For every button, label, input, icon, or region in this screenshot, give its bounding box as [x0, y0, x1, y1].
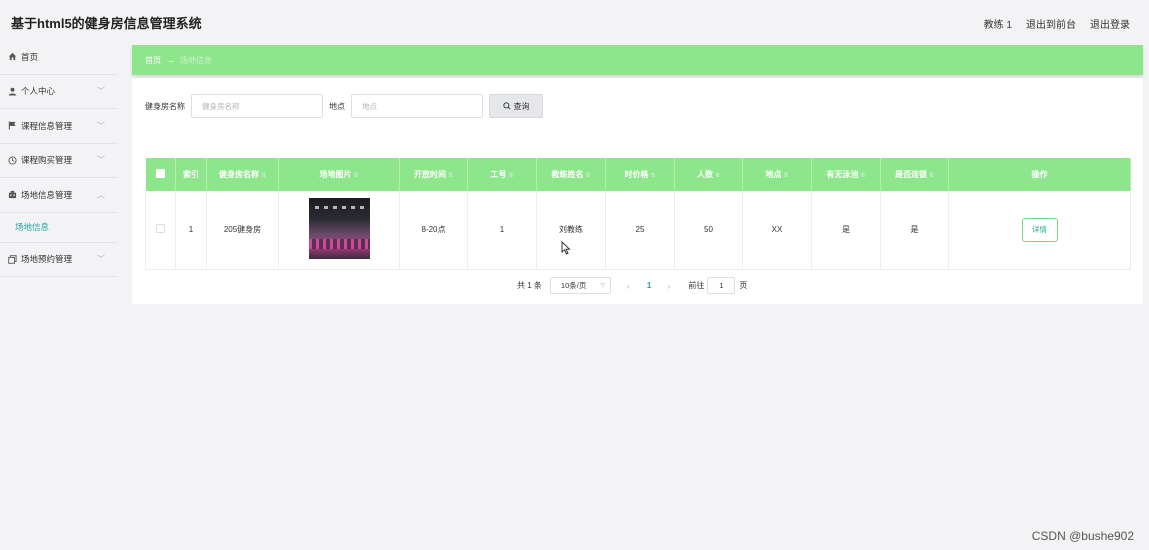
select-all-cell[interactable] [145, 158, 176, 191]
sidebar: 首页 个人中心 ﹀ 课程信息管理 ﹀ 课程购买管理 ﹀ 场地信息管理 ︿ 场地信… [0, 40, 118, 550]
search-button-label: 查询 [513, 101, 530, 111]
select-all-checkbox[interactable] [155, 169, 165, 178]
breadcrumb-separator: → [166, 55, 175, 65]
gym-name-input[interactable]: 健身房名称 [191, 94, 323, 118]
next-page-icon[interactable]: › [667, 281, 670, 291]
column-header[interactable]: 教练姓名 ⇅ [536, 158, 606, 191]
cell-job-no: 1 [467, 191, 537, 270]
column-header[interactable]: 时价格 ⇅ [605, 158, 675, 191]
table-header-row: 索引 健身房名称 ⇅ 场地图片 ⇅ 开放时间 ⇅ 工号 ⇅ 教练姓名 ⇅ 时价格 ⇅ 人数 ⇅… [145, 158, 1131, 191]
place-label: 地点 [329, 101, 345, 111]
user-icon [7, 86, 17, 96]
column-header: 索引 [175, 158, 207, 191]
search-form: 健身房名称 健身房名称 地点 地点 查询 [145, 94, 543, 118]
cell-index: 1 [175, 191, 207, 270]
chevron-down-icon: ▽ [600, 283, 605, 289]
top-header: 基于html5的健身房信息管理系统 教练 1 退出到前台 退出登录 [0, 7, 1142, 37]
breadcrumb: 首页 → 场地信息 [132, 45, 1143, 75]
content-panel: 健身房名称 健身房名称 地点 地点 查询 索引 健身房名称 ⇅ 场地图片 ⇅ 开… [132, 78, 1143, 304]
sidebar-item-home[interactable]: 首页 [0, 40, 118, 75]
flag-icon [7, 121, 17, 131]
front-link[interactable]: 退出到前台 [1026, 16, 1076, 31]
place-placeholder: 地点 [362, 101, 377, 111]
column-header[interactable]: 场地图片 ⇅ [278, 158, 400, 191]
cell-price: 25 [605, 191, 675, 270]
watermark: CSDN @bushe902 [1031, 529, 1134, 543]
sidebar-item-label: 场地信息管理 [21, 189, 73, 200]
chevron-down-icon: ﹀ [97, 86, 105, 96]
app-root: 基于html5的健身房信息管理系统 教练 1 退出到前台 退出登录 首页 个人中… [0, 0, 1149, 550]
app-title: 基于html5的健身房信息管理系统 [11, 16, 202, 31]
cell-coach: 刘教练 [536, 191, 606, 270]
current-user[interactable]: 教练 1 [984, 16, 1012, 31]
pagination-total: 共 1 条 [517, 281, 542, 290]
venue-image[interactable] [308, 198, 370, 260]
cell-pool: 是 [811, 191, 881, 270]
place-input[interactable]: 地点 [351, 94, 483, 118]
sidebar-item-course-purchase[interactable]: 课程购买管理 ﹀ [0, 144, 118, 178]
cell-actions: 详情 [948, 191, 1131, 270]
goto-page-value: 1 [719, 281, 724, 290]
chevron-up-icon: ︿ [97, 190, 105, 200]
cell-open-time: 8-20点 [399, 191, 468, 270]
search-icon [502, 102, 511, 110]
page-size-value: 10条/页 [560, 281, 587, 290]
breadcrumb-home[interactable]: 首页 [145, 55, 161, 66]
sidebar-subitem-venue[interactable]: 场地信息 [0, 213, 118, 243]
goto-page-input[interactable]: 1 [707, 277, 736, 294]
clock-icon [7, 155, 17, 165]
building-icon [7, 190, 17, 200]
table-row: 1 205健身房 8-20点 1 刘教练 25 50 XX 是 是 详情 [145, 191, 1131, 270]
sidebar-item-label: 场地预约管理 [21, 254, 73, 265]
gym-name-label: 健身房名称 [145, 101, 185, 111]
search-button[interactable]: 查询 [489, 94, 543, 118]
chevron-down-icon: ﹀ [97, 155, 105, 165]
chevron-down-icon: ﹀ [97, 121, 105, 131]
page-number-1[interactable]: 1 [647, 281, 651, 290]
header-actions: 教练 1 退出到前台 退出登录 [984, 16, 1130, 31]
column-header[interactable]: 有无泳池 ⇅ [811, 158, 881, 191]
cell-venue-image [278, 191, 400, 270]
page-size-select[interactable]: 10条/页 ▽ [549, 277, 611, 294]
column-header[interactable]: 健身房名称 ⇅ [206, 158, 279, 191]
sidebar-item-personal[interactable]: 个人中心 ﹀ [0, 75, 118, 109]
sidebar-item-label: 首页 [21, 51, 39, 62]
sidebar-item-venue-booking[interactable]: 场地预约管理 ﹀ [0, 243, 118, 277]
column-header[interactable]: 工号 ⇅ [467, 158, 537, 191]
row-select-cell[interactable] [145, 191, 176, 270]
chevron-down-icon: ﹀ [97, 254, 105, 264]
mouse-cursor-icon [561, 241, 571, 255]
column-header: 操作 [948, 158, 1131, 191]
home-icon [7, 52, 17, 62]
breadcrumb-current: 场地信息 [180, 55, 212, 65]
cell-place: XX [742, 191, 812, 270]
column-header[interactable]: 开放时间 ⇅ [399, 158, 468, 191]
row-checkbox[interactable] [156, 224, 165, 234]
sidebar-item-course-info[interactable]: 课程信息管理 ﹀ [0, 109, 118, 144]
cell-gym-name: 205健身房 [206, 191, 279, 270]
copy-icon [7, 254, 17, 264]
sidebar-item-label: 课程购买管理 [21, 155, 73, 166]
sidebar-item-label: 课程信息管理 [21, 120, 73, 131]
gym-name-placeholder: 健身房名称 [202, 101, 240, 111]
pagination: 共 1 条 10条/页 ▽ ‹ 1 › 前往 1 页 [517, 277, 747, 294]
cell-people: 50 [674, 191, 743, 270]
detail-button[interactable]: 详情 [1021, 217, 1058, 242]
venue-table: 索引 健身房名称 ⇅ 场地图片 ⇅ 开放时间 ⇅ 工号 ⇅ 教练姓名 ⇅ 时价格 ⇅ 人数 ⇅… [145, 158, 1131, 270]
column-header[interactable]: 是否连锁 ⇅ [880, 158, 949, 191]
sidebar-item-venue-info[interactable]: 场地信息管理 ︿ [0, 178, 118, 213]
page-unit-label: 页 [739, 281, 748, 290]
sidebar-item-label: 个人中心 [21, 86, 56, 97]
logout-link[interactable]: 退出登录 [1090, 16, 1130, 31]
cell-chain: 是 [880, 191, 949, 270]
goto-label: 前往 [688, 281, 705, 290]
prev-page-icon[interactable]: ‹ [627, 281, 630, 291]
column-header[interactable]: 人数 ⇅ [674, 158, 743, 191]
column-header[interactable]: 地点 ⇅ [742, 158, 812, 191]
